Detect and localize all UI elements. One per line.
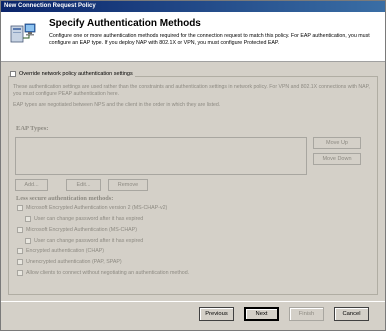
option-label: User can change password after it has ex… <box>34 216 144 222</box>
dialog-window: New Connection Request Policy Specify Au… <box>0 0 386 331</box>
chap-checkbox[interactable] <box>17 248 23 254</box>
no-auth-negotiation-checkbox[interactable] <box>17 270 23 276</box>
option-no-auth-negotiation[interactable]: Allow clients to connect without negotia… <box>17 270 189 276</box>
info-text-constraints: These authentication settings are used r… <box>13 84 370 97</box>
mschapv2-checkbox[interactable] <box>17 205 23 211</box>
window-title: New Connection Request Policy <box>1 1 385 12</box>
option-mschapv2-change-password[interactable]: User can change password after it has ex… <box>25 216 143 222</box>
add-eap-button[interactable]: Add... <box>15 179 48 191</box>
wizard-header: Specify Authentication Methods Configure… <box>1 12 385 62</box>
mschapv2-change-password-checkbox[interactable] <box>25 216 31 222</box>
option-pap[interactable]: Unencrypted authentication (PAP, SPAP) <box>17 259 122 265</box>
wizard-footer: Previous Next Finish Cancel <box>1 301 385 330</box>
override-checkbox[interactable] <box>10 71 16 77</box>
option-label: Microsoft Encrypted Authentication versi… <box>26 205 168 211</box>
option-mschapv2[interactable]: Microsoft Encrypted Authentication versi… <box>17 205 167 211</box>
option-chap[interactable]: Encrypted authentication (CHAP) <box>17 248 104 254</box>
option-label: Microsoft Encrypted Authentication (MS-C… <box>26 227 137 233</box>
finish-button[interactable]: Finish <box>289 307 324 321</box>
move-up-button[interactable]: Move Up <box>313 137 361 149</box>
eap-types-list[interactable] <box>15 137 307 175</box>
eap-types-label: EAP Types: <box>16 125 49 132</box>
mschap-checkbox[interactable] <box>17 227 23 233</box>
override-setting[interactable]: Override network policy authentication s… <box>10 71 135 77</box>
option-mschap[interactable]: Microsoft Encrypted Authentication (MS-C… <box>17 227 137 233</box>
option-mschap-change-password[interactable]: User can change password after it has ex… <box>25 238 143 244</box>
override-label: Override network policy authentication s… <box>19 71 133 77</box>
option-label: Encrypted authentication (CHAP) <box>26 248 105 254</box>
mschap-change-password-checkbox[interactable] <box>25 238 31 244</box>
remove-eap-button[interactable]: Remove <box>108 179 148 191</box>
page-title: Specify Authentication Methods <box>49 18 201 29</box>
network-computer-icon <box>10 23 36 43</box>
next-button[interactable]: Next <box>244 307 279 321</box>
page-description: Configure one or more authentication met… <box>49 33 370 46</box>
option-label: Unencrypted authentication (PAP, SPAP) <box>26 259 122 265</box>
move-down-button[interactable]: Move Down <box>313 153 361 165</box>
edit-eap-button[interactable]: Edit... <box>66 179 101 191</box>
option-label: Allow clients to connect without negotia… <box>26 270 190 276</box>
pap-checkbox[interactable] <box>17 259 23 265</box>
info-text-eap-order: EAP types are negotiated between NPS and… <box>13 102 221 108</box>
content-area: These authentication settings are used r… <box>1 63 385 299</box>
less-secure-label: Less secure authentication methods: <box>16 195 114 202</box>
authentication-group: These authentication settings are used r… <box>8 76 378 295</box>
previous-button[interactable]: Previous <box>199 307 234 321</box>
cancel-button[interactable]: Cancel <box>334 307 369 321</box>
option-label: User can change password after it has ex… <box>34 238 144 244</box>
